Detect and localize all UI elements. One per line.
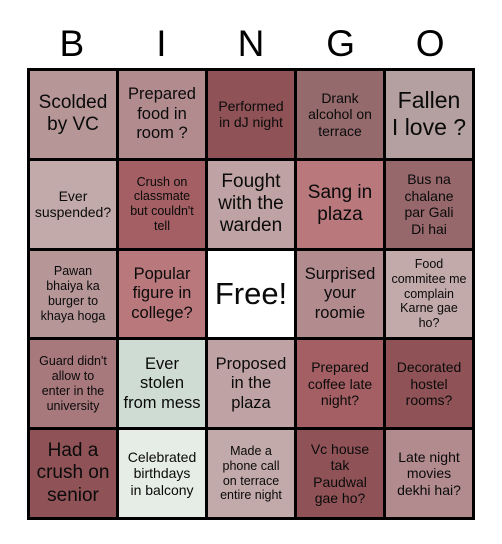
bingo-cell-o1[interactable]: Fallen I love ? <box>386 71 472 158</box>
bingo-cell-label: Bus na chalane par Gali Di hai <box>404 171 454 237</box>
bingo-cell-b2[interactable]: Ever suspended? <box>30 160 116 248</box>
bingo-header-row: B I N G O <box>27 20 475 68</box>
bingo-cell-g5[interactable]: Vc house tak Paudwal gae ho? <box>297 430 383 517</box>
bingo-cell-label: Celebrated birthdays in balcony <box>127 448 197 498</box>
bingo-header-letter-o: O <box>415 23 445 64</box>
bingo-cell-label: Performed in dJ night <box>218 97 284 131</box>
bingo-cell-n1[interactable]: Performed in dJ night <box>208 71 294 158</box>
bingo-cell-label: Vc house tak Paudwal gae ho? <box>310 440 370 507</box>
bingo-cell-label: Pawan bhaiya ka burger to khaya hoga <box>40 264 106 323</box>
bingo-cell-label: Free! <box>214 275 288 311</box>
bingo-cell-label: Drank alcohol on terrace <box>308 89 372 139</box>
bingo-cell-label: Ever stolen from mess <box>123 354 201 412</box>
bingo-cell-label: Ever suspended? <box>34 187 112 221</box>
bingo-cell-g1[interactable]: Drank alcohol on terrace <box>297 71 383 158</box>
bingo-cell-g3[interactable]: Surprised your roomie <box>297 250 383 338</box>
bingo-cell-g2[interactable]: Sang in plaza <box>297 160 383 248</box>
bingo-cell-n5[interactable]: Made a phone call on terrace entire nigh… <box>208 430 294 517</box>
bingo-cell-label: Sang in plaza <box>307 181 373 226</box>
bingo-cell-label: Fallen I love ? <box>391 87 467 141</box>
bingo-cell-b4[interactable]: Guard didn't allow to enter in the unive… <box>30 340 116 428</box>
bingo-cell-o2[interactable]: Bus na chalane par Gali Di hai <box>386 160 472 248</box>
bingo-cell-i2[interactable]: Crush on classmate but couldn't tell <box>119 160 205 248</box>
bingo-cell-g4[interactable]: Prepared coffee late night? <box>297 340 383 428</box>
bingo-cell-b3[interactable]: Pawan bhaiya ka burger to khaya hoga <box>30 250 116 338</box>
bingo-cell-label: Had a crush on senior <box>36 439 110 506</box>
bingo-cell-o4[interactable]: Decorated hostel rooms? <box>386 340 472 428</box>
bingo-cell-label: Crush on classmate but couldn't tell <box>130 174 194 233</box>
bingo-cell-label: Surprised your roomie <box>304 264 376 322</box>
bingo-cell-label: Prepared food in room ? <box>128 85 196 143</box>
bingo-cell-label: Proposed in the plaza <box>215 354 287 412</box>
bingo-header-letter-n: N <box>237 23 265 64</box>
bingo-card: B I N G O Scolded by VC Prepared food in … <box>0 0 502 544</box>
bingo-cell-n2[interactable]: Fought with the warden <box>208 160 294 248</box>
bingo-cell-label: Popular figure in college? <box>131 264 193 322</box>
bingo-cell-n3[interactable]: Free! <box>208 250 294 338</box>
bingo-grid: Scolded by VC Prepared food in room ? Perf… <box>30 71 472 517</box>
bingo-cell-i3[interactable]: Popular figure in college? <box>119 250 205 338</box>
bingo-grid-container: Scolded by VC Prepared food in room ? Perf… <box>27 68 475 520</box>
bingo-cell-label: Food commitee me complain Karne gae ho? <box>391 257 467 331</box>
bingo-cell-i1[interactable]: Prepared food in room ? <box>119 71 205 158</box>
bingo-cell-label: Scolded by VC <box>38 91 108 136</box>
bingo-cell-b1[interactable]: Scolded by VC <box>30 71 116 158</box>
bingo-header-letter-b: B <box>59 23 85 64</box>
bingo-header-letter-i: I <box>156 23 167 64</box>
bingo-cell-n4[interactable]: Proposed in the plaza <box>208 340 294 428</box>
bingo-cell-label: Guard didn't allow to enter in the unive… <box>39 354 107 413</box>
bingo-cell-o3[interactable]: Food commitee me complain Karne gae ho? <box>386 250 472 338</box>
bingo-cell-label: Made a phone call on terrace entire nigh… <box>220 444 282 503</box>
bingo-cell-label: Decorated hostel rooms? <box>396 359 462 409</box>
bingo-header-letter-g: G <box>326 23 355 64</box>
bingo-cell-b5[interactable]: Had a crush on senior <box>30 430 116 517</box>
bingo-cell-label: Fought with the warden <box>218 170 284 237</box>
bingo-cell-label: Late night movies dekhi hai? <box>397 448 461 498</box>
bingo-cell-o5[interactable]: Late night movies dekhi hai? <box>386 430 472 517</box>
bingo-cell-i5[interactable]: Celebrated birthdays in balcony <box>119 430 205 517</box>
bingo-cell-i4[interactable]: Ever stolen from mess <box>119 340 205 428</box>
bingo-cell-label: Prepared coffee late night? <box>307 359 373 409</box>
